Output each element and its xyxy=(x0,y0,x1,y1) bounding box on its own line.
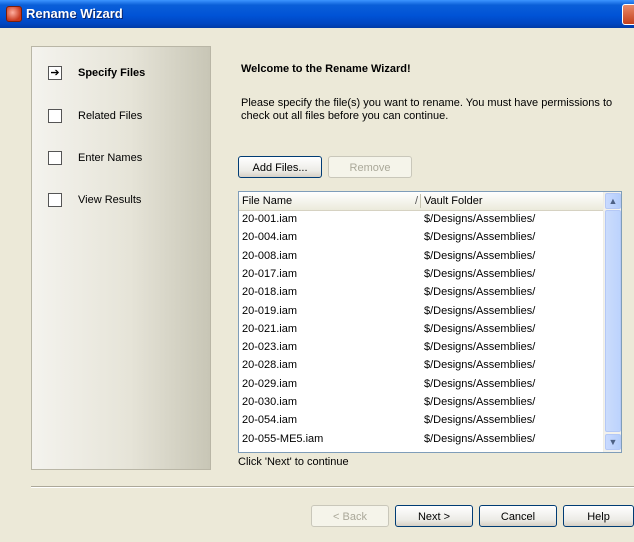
vault-folder-cell: $/Designs/Assemblies/ xyxy=(424,267,536,280)
step-checkbox xyxy=(48,193,62,207)
file-name-cell: 20-017.iam xyxy=(242,267,298,280)
vault-folder-cell: $/Designs/Assemblies/ xyxy=(424,377,536,390)
vault-folder-cell: $/Designs/Assemblies/ xyxy=(424,341,536,354)
wizard-content: Welcome to the Rename Wizard! Please spe… xyxy=(225,46,634,470)
file-name-cell: 20-029.iam xyxy=(242,377,298,390)
add-files-button[interactable]: Add Files... xyxy=(238,156,322,178)
step-checkbox xyxy=(48,151,62,165)
file-name-cell: 20-004.iam xyxy=(242,231,298,244)
rename-wizard-window: Rename Wizard ➔ Specify Files Related Fi… xyxy=(0,0,634,542)
table-row[interactable]: 20-055-ME5.iam $/Designs/Assemblies/ xyxy=(239,431,603,447)
step-label: Related Files xyxy=(78,110,143,122)
file-name-cell: 20-030.iam xyxy=(242,396,298,408)
vault-folder-cell: $/Designs/Assemblies/ xyxy=(424,359,536,372)
vault-folder-cell: $/Designs/Assemblies/ xyxy=(424,213,536,225)
vault-folder-cell: $/Designs/Assemblies/ xyxy=(424,414,536,427)
table-row[interactable]: 20-017.iam $/Designs/Assemblies/ xyxy=(239,266,603,282)
table-row[interactable]: 20-030.iam $/Designs/Assemblies/ xyxy=(239,394,603,410)
list-rows: 20-001.iam $/Designs/Assemblies/20-004.ia… xyxy=(239,211,603,452)
arrow-right-icon: ➔ xyxy=(48,66,62,80)
file-name-cell: 20-008.iam xyxy=(242,249,298,262)
scrollbar-thumb[interactable] xyxy=(605,210,621,432)
column-header-vault-folder[interactable]: Vault Folder xyxy=(424,195,483,207)
vault-folder-cell: $/Designs/Assemblies/ xyxy=(424,304,536,317)
step-label: View Results xyxy=(78,194,142,206)
vault-folder-cell: $/Designs/Assemblies/ xyxy=(424,322,536,335)
column-divider[interactable] xyxy=(420,194,421,208)
back-button[interactable]: < Back xyxy=(311,505,389,527)
table-row[interactable]: 20-001.iam $/Designs/Assemblies/ xyxy=(239,211,603,227)
title-bar[interactable]: Rename Wizard xyxy=(0,0,634,28)
table-row[interactable]: 20-023.iam $/Designs/Assemblies/ xyxy=(239,339,603,355)
vault-folder-cell: $/Designs/Assemblies/ xyxy=(424,231,536,244)
list-header: File Name / Vault Folder xyxy=(239,192,603,211)
table-row[interactable]: 20-054.iam $/Designs/Assemblies/ xyxy=(239,412,603,428)
table-row[interactable]: 20-008.iam $/Designs/Assemblies/ xyxy=(239,248,603,264)
vertical-scrollbar[interactable]: ▲ ▼ xyxy=(603,192,621,452)
wizard-app-icon xyxy=(6,6,22,22)
files-list[interactable]: File Name / Vault Folder 20-001.iam $/Des… xyxy=(238,191,622,453)
file-name-cell: 20-001.iam xyxy=(242,213,298,225)
file-name-cell: 20-018.iam xyxy=(242,286,298,299)
scroll-up-arrow-icon[interactable]: ▲ xyxy=(605,193,621,209)
step-label: Enter Names xyxy=(78,152,143,164)
footer-separator xyxy=(31,486,634,488)
table-row[interactable]: 20-019.iam $/Designs/Assemblies/ xyxy=(239,303,603,319)
cancel-button[interactable]: Cancel xyxy=(479,505,557,527)
help-button[interactable]: Help xyxy=(563,505,634,527)
window-title: Rename Wizard xyxy=(26,6,123,21)
sort-indicator: / xyxy=(415,195,419,207)
remove-button[interactable]: Remove xyxy=(328,156,412,178)
vault-folder-cell: $/Designs/Assemblies/ xyxy=(424,286,536,299)
next-button[interactable]: Next > xyxy=(395,505,473,527)
vault-folder-cell: $/Designs/Assemblies/ xyxy=(424,396,536,408)
column-header-file-name[interactable]: File Name xyxy=(242,195,292,207)
page-title: Welcome to the Rename Wizard! xyxy=(241,63,411,75)
file-name-cell: 20-019.iam xyxy=(242,304,298,317)
table-row[interactable]: 20-004.iam $/Designs/Assemblies/ xyxy=(239,229,603,245)
instructions-text: Please specify the file(s) you want to r… xyxy=(241,97,613,122)
table-row[interactable]: 20-029.iam $/Designs/Assemblies/ xyxy=(239,376,603,392)
table-row[interactable]: 20-028.iam $/Designs/Assemblies/ xyxy=(239,357,603,373)
table-row[interactable]: 20-018.iam $/Designs/Assemblies/ xyxy=(239,284,603,300)
close-window-button[interactable] xyxy=(622,4,634,25)
vault-folder-cell: $/Designs/Assemblies/ xyxy=(424,249,536,262)
file-name-cell: 20-021.iam xyxy=(242,322,298,335)
file-name-cell: 20-055-ME5.iam xyxy=(242,432,324,445)
wizard-steps-panel: ➔ Specify Files Related Files Enter Name… xyxy=(31,46,211,470)
scroll-down-arrow-icon[interactable]: ▼ xyxy=(605,434,621,450)
file-name-cell: 20-054.iam xyxy=(242,414,298,427)
step-checkbox xyxy=(48,109,62,123)
continue-hint: Click 'Next' to continue xyxy=(238,456,349,468)
vault-folder-cell: $/Designs/Assemblies/ xyxy=(424,432,536,445)
file-name-cell: 20-028.iam xyxy=(242,359,298,372)
file-name-cell: 20-023.iam xyxy=(242,341,298,354)
step-label: Specify Files xyxy=(78,67,146,79)
table-row[interactable]: 20-021.iam $/Designs/Assemblies/ xyxy=(239,321,603,337)
